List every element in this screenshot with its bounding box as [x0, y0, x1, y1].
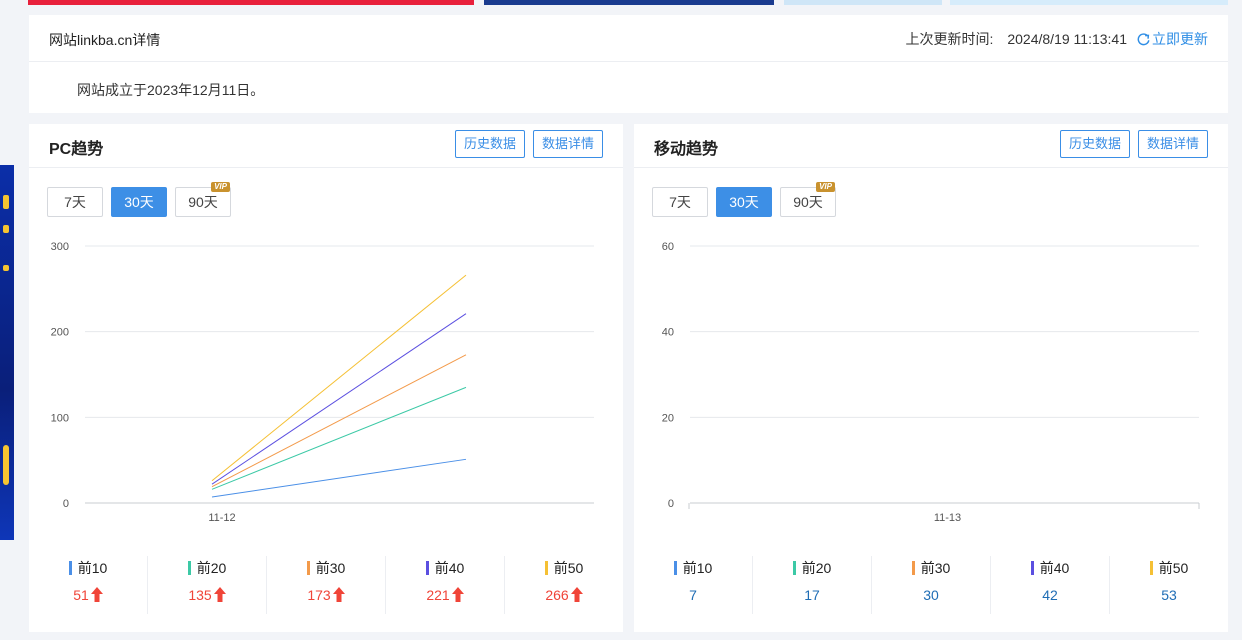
y-tick-label: 300	[51, 241, 69, 253]
up-arrow-icon	[332, 587, 345, 602]
legend-label: 前50	[505, 558, 623, 578]
legend-label: 前30	[872, 558, 990, 578]
legend-item: 前30 30	[872, 556, 991, 614]
update-info: 上次更新时间: 2024/8/19 11:13:41 立即更新	[905, 29, 1208, 49]
data-detail-button[interactable]: 数据详情	[1137, 130, 1208, 158]
y-tick-label: 20	[662, 412, 674, 424]
update-time: 2024/8/19 11:13:41	[1007, 31, 1127, 47]
site-info-header: 网站linkba.cn详情 上次更新时间: 2024/8/19 11:13:41…	[29, 15, 1228, 62]
legend-color-swatch	[1149, 561, 1153, 575]
mobile-legend: 前10 7 前20 17 前30 30 前40 42 前50 53	[634, 556, 1228, 614]
founded-text: 网站成立于2023年12月11日。	[77, 82, 265, 98]
panel-title: PC趋势	[49, 141, 104, 158]
legend-value: 51	[29, 587, 147, 603]
range-30d-button[interactable]: 30天	[111, 187, 167, 217]
y-tick-label: 60	[662, 241, 674, 253]
series-line-前10	[211, 458, 467, 498]
legend-value: 42	[1042, 587, 1058, 603]
legend-color-swatch	[68, 561, 72, 575]
legend-color-swatch	[544, 561, 548, 575]
legend-color-swatch	[425, 561, 429, 575]
top-ad-banner[interactable]	[484, 0, 774, 5]
legend-color-swatch	[1030, 561, 1034, 575]
legend-item: 前30 173	[267, 556, 386, 614]
up-arrow-icon	[213, 587, 226, 602]
pc-trend-chart: 0 100 200 300 11-12	[51, 241, 594, 524]
mobile-trend-chart: 0 20 40 60 11-13	[662, 241, 1200, 524]
panel-title: 移动趋势	[654, 141, 719, 158]
refresh-label: 立即更新	[1152, 31, 1208, 47]
range-30d-button[interactable]: 30天	[716, 187, 772, 217]
series-line-前40	[211, 313, 467, 485]
legend-value: 30	[923, 587, 939, 603]
range-selector: 7天 30天 90天 VIP	[652, 182, 836, 217]
legend-value: 221	[386, 587, 504, 603]
legend-value: 173	[267, 587, 385, 603]
legend-item: 前40 42	[991, 556, 1110, 614]
top-ad-banner[interactable]	[28, 0, 474, 5]
data-detail-button[interactable]: 数据详情	[532, 130, 603, 158]
y-tick-label: 200	[51, 327, 69, 339]
legend-value: 266	[505, 587, 623, 603]
vip-badge: VIP	[211, 182, 230, 192]
y-tick-label: 0	[668, 498, 674, 510]
refresh-button[interactable]: 立即更新	[1137, 29, 1208, 49]
vip-badge: VIP	[816, 182, 835, 192]
legend-item: 前10 51	[29, 556, 148, 614]
update-label: 上次更新时间:	[905, 31, 994, 47]
range-selector: 7天 30天 90天 VIP	[47, 182, 231, 217]
series-line-前20	[211, 386, 467, 490]
legend-label: 前10	[29, 558, 147, 578]
site-info-card: 网站linkba.cn详情 上次更新时间: 2024/8/19 11:13:41…	[29, 15, 1228, 113]
legend-color-swatch	[187, 561, 191, 575]
top-ad-banner[interactable]	[950, 0, 1228, 5]
legend-value: 7	[689, 587, 697, 603]
legend-label: 前30	[267, 558, 385, 578]
x-tick-label: 11-12	[208, 512, 235, 524]
up-arrow-icon	[570, 587, 583, 602]
site-title: 网站linkba.cn详情	[49, 32, 161, 48]
legend-color-swatch	[792, 561, 796, 575]
range-7d-button[interactable]: 7天	[47, 187, 103, 217]
history-data-button[interactable]: 历史数据	[454, 130, 525, 158]
legend-item: 前20 17	[753, 556, 872, 614]
legend-label: 前20	[148, 558, 266, 578]
legend-label: 前10	[634, 558, 752, 578]
legend-color-swatch	[911, 561, 915, 575]
refresh-icon	[1137, 32, 1150, 45]
range-7d-button[interactable]: 7天	[652, 187, 708, 217]
range-90d-button[interactable]: 90天 VIP	[780, 182, 836, 217]
y-tick-label: 40	[662, 327, 674, 339]
legend-color-swatch	[673, 561, 677, 575]
legend-label: 前40	[991, 558, 1109, 578]
x-tick-label: 11-13	[934, 512, 961, 524]
legend-label: 前40	[386, 558, 504, 578]
side-ad[interactable]	[0, 165, 14, 540]
mobile-trend-panel: 移动趋势 历史数据 数据详情 7天 30天 90天 VIP 0 20 40 60 11-1…	[634, 124, 1228, 632]
y-tick-label: 100	[51, 412, 69, 424]
pc-trend-panel: PC趋势 历史数据 数据详情 7天 30天 90天 VIP 0 100 200 300 1…	[29, 124, 623, 632]
legend-value: 53	[1161, 587, 1177, 603]
pc-legend: 前10 51 前20 135 前30 173 前40 221 前50 266	[29, 556, 623, 614]
legend-value: 17	[804, 587, 820, 603]
legend-item: 前50 53	[1110, 556, 1228, 614]
series-line-前50	[211, 274, 467, 482]
range-90d-button[interactable]: 90天 VIP	[175, 182, 231, 217]
legend-value: 135	[148, 587, 266, 603]
legend-item: 前10 7	[634, 556, 753, 614]
series-line-前30	[211, 354, 467, 488]
history-data-button[interactable]: 历史数据	[1059, 130, 1130, 158]
range-label: 90天	[188, 194, 218, 210]
legend-color-swatch	[306, 561, 310, 575]
up-arrow-icon	[451, 587, 464, 602]
legend-item: 前40 221	[386, 556, 505, 614]
legend-label: 前20	[753, 558, 871, 578]
y-tick-label: 0	[63, 498, 69, 510]
legend-item: 前20 135	[148, 556, 267, 614]
legend-item: 前50 266	[505, 556, 623, 614]
top-ad-banner[interactable]	[784, 0, 942, 5]
legend-label: 前50	[1110, 558, 1228, 578]
up-arrow-icon	[90, 587, 103, 602]
range-label: 90天	[793, 194, 823, 210]
